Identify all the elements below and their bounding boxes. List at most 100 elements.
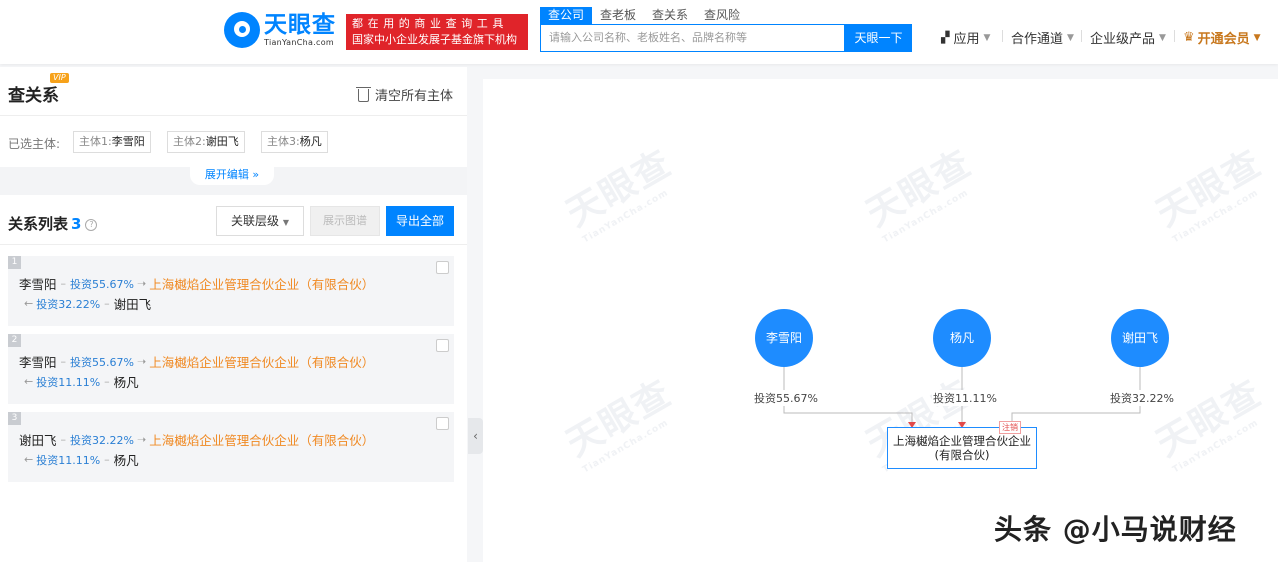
level-dropdown-label: 关联层级 bbox=[231, 214, 280, 228]
arrow-left-icon: ← bbox=[24, 375, 34, 388]
tab-company[interactable]: 查公司 bbox=[540, 7, 593, 24]
nav-divider bbox=[1002, 30, 1003, 42]
search-area: 查公司 查老板 查关系 查风险 请输入公司名称、老板姓名、品牌名称等 天眼一下 bbox=[540, 6, 912, 52]
tab-relation[interactable]: 查关系 bbox=[644, 7, 696, 24]
chip-name: 李雪阳 bbox=[111, 135, 145, 148]
logo-domain: TianYanCha.com bbox=[264, 38, 334, 47]
top-header: 天眼查 TianYanCha.com 都在用的商业查询工具 国家中小企业发展子基… bbox=[0, 0, 1278, 64]
relation-checkbox[interactable] bbox=[436, 261, 449, 274]
company-name[interactable]: 上海樾焰企业管理合伙企业（有限合伙） bbox=[149, 352, 374, 371]
relation-item[interactable]: 2 李雪阳 – 投资55.67% ➝ 上海樾焰企业管理合伙企业（有限合伙） ← … bbox=[8, 334, 454, 404]
person-name[interactable]: 谢田飞 bbox=[114, 294, 152, 313]
relation-panel: 查关系 VIP 清空所有主体 已选主体: 主体1:李雪阳 主体2:谢田飞 主体3… bbox=[0, 67, 467, 562]
clear-all-button[interactable]: 清空所有主体 bbox=[356, 85, 454, 104]
dash-icon: – bbox=[104, 453, 110, 466]
nav-partner-label: 合作通道 bbox=[1011, 32, 1064, 47]
page-title: 查关系 bbox=[8, 86, 59, 106]
logo-title: 天眼查 bbox=[264, 12, 336, 38]
slogan-banner: 都在用的商业查询工具 国家中小企业发展子基金旗下机构 bbox=[346, 14, 528, 50]
help-icon[interactable]: ? bbox=[85, 218, 98, 231]
nav-divider bbox=[1174, 30, 1175, 42]
tab-boss[interactable]: 查老板 bbox=[592, 7, 644, 24]
nav-membership-label: 开通会员 bbox=[1197, 32, 1250, 47]
relation-number: 1 bbox=[8, 256, 21, 269]
chip-name: 杨凡 bbox=[299, 135, 322, 148]
company-name[interactable]: 上海樾焰企业管理合伙企业（有限合伙） bbox=[149, 430, 374, 449]
relations-title-label: 关系列表 bbox=[8, 215, 69, 233]
company-name-line2: (有限合伙) bbox=[934, 448, 990, 462]
relations-title: 关系列表 3? bbox=[8, 213, 98, 234]
dash-icon: – bbox=[60, 277, 67, 290]
person-name[interactable]: 杨凡 bbox=[114, 450, 139, 469]
clear-all-label: 清空所有主体 bbox=[375, 89, 454, 104]
graph-node-person[interactable]: 李雪阳 bbox=[755, 309, 813, 367]
relation-checkbox[interactable] bbox=[436, 417, 449, 430]
invest-percent: 投资55.67% bbox=[70, 277, 134, 291]
invest-percent: 投资11.11% bbox=[36, 375, 101, 389]
caret-down-icon: ▼ bbox=[1253, 32, 1261, 43]
relation-item[interactable]: 3 谢田飞 – 投资32.22% ➝ 上海樾焰企业管理合伙企业（有限合伙） ← … bbox=[8, 412, 454, 482]
trash-icon bbox=[356, 87, 371, 102]
grid-icon: ▞ bbox=[941, 31, 950, 44]
nav-divider bbox=[1081, 30, 1082, 42]
person-name[interactable]: 谢田飞 bbox=[19, 430, 57, 449]
show-graph-button[interactable]: 展示图谱 bbox=[310, 206, 380, 236]
nav-apps-label: 应用 bbox=[953, 32, 980, 47]
search-button[interactable]: 天眼一下 bbox=[845, 24, 912, 52]
search-input[interactable]: 请输入公司名称、老板姓名、品牌名称等 bbox=[540, 24, 845, 52]
nav-membership[interactable]: ♛ 开通会员 ▼ bbox=[1183, 28, 1261, 47]
level-dropdown[interactable]: 关联层级 ▼ bbox=[216, 206, 304, 236]
dash-icon: – bbox=[104, 297, 110, 310]
invest-percent: 投资32.22% bbox=[70, 433, 134, 447]
relation-graph[interactable]: 天眼查 TianYanCha.com 天眼查 TianYanCha.com 天眼查 T… bbox=[483, 79, 1278, 562]
relation-number: 3 bbox=[8, 412, 21, 425]
graph-node-person[interactable]: 谢田飞 bbox=[1111, 309, 1169, 367]
arrow-right-icon: ➝ bbox=[136, 355, 147, 368]
collapse-panel-button[interactable]: ‹ bbox=[468, 418, 483, 454]
chip-name: 谢田飞 bbox=[205, 135, 239, 148]
status-badge: 注销 bbox=[999, 421, 1021, 434]
chip-prefix: 主体3: bbox=[267, 135, 300, 148]
arrow-right-icon: ➝ bbox=[136, 277, 147, 290]
edge-label: 投资32.22% bbox=[1109, 390, 1175, 406]
entity-chip-1[interactable]: 主体1:李雪阳 bbox=[73, 131, 151, 153]
caret-down-icon: ▼ bbox=[1159, 32, 1166, 43]
dash-icon: – bbox=[60, 355, 67, 368]
relation-item[interactable]: 1 李雪阳 – 投资55.67% ➝ 上海樾焰企业管理合伙企业（有限合伙） ← … bbox=[8, 256, 454, 326]
invest-percent: 投资55.67% bbox=[70, 355, 134, 369]
edge-label: 投资55.67% bbox=[753, 390, 819, 406]
site-logo[interactable]: 天眼查 TianYanCha.com bbox=[224, 12, 336, 48]
person-name[interactable]: 杨凡 bbox=[114, 372, 139, 391]
nav-enterprise-label: 企业级产品 bbox=[1090, 32, 1156, 47]
selected-label: 已选主体: bbox=[8, 137, 61, 151]
divider bbox=[0, 115, 467, 116]
nav-enterprise[interactable]: 企业级产品 ▼ bbox=[1090, 28, 1166, 47]
nav-apps[interactable]: ▞ 应用 ▼ bbox=[941, 28, 990, 47]
invest-percent: 投资32.22% bbox=[36, 297, 101, 311]
arrow-left-icon: ← bbox=[24, 453, 34, 466]
arrow-left-icon: ← bbox=[24, 297, 34, 310]
dash-icon: – bbox=[60, 433, 67, 446]
relation-number: 2 bbox=[8, 334, 21, 347]
graph-node-person[interactable]: 杨凡 bbox=[933, 309, 991, 367]
vip-badge: VIP bbox=[50, 73, 69, 83]
tab-risk[interactable]: 查风险 bbox=[696, 7, 748, 24]
dash-icon: – bbox=[104, 375, 110, 388]
nav-partner[interactable]: 合作通道 ▼ bbox=[1011, 28, 1074, 47]
caret-down-icon: ▼ bbox=[983, 32, 991, 43]
caret-down-icon: ▼ bbox=[1067, 32, 1074, 43]
chevron-left-icon: ‹ bbox=[473, 429, 478, 443]
entity-chip-3[interactable]: 主体3:杨凡 bbox=[261, 131, 328, 153]
expand-edit-button[interactable]: 展开编辑 » bbox=[190, 167, 274, 185]
relation-checkbox[interactable] bbox=[436, 339, 449, 352]
caret-down-icon: ▼ bbox=[282, 218, 289, 227]
company-name-line1: 上海樾焰企业管理合伙企业 bbox=[893, 434, 1031, 448]
entity-chip-2[interactable]: 主体2:谢田飞 bbox=[167, 131, 245, 153]
logo-eye-icon bbox=[224, 12, 260, 48]
company-name[interactable]: 上海樾焰企业管理合伙企业（有限合伙） bbox=[149, 274, 374, 293]
person-name[interactable]: 李雪阳 bbox=[19, 274, 57, 293]
export-all-button[interactable]: 导出全部 bbox=[386, 206, 454, 236]
divider bbox=[0, 244, 467, 245]
person-name[interactable]: 李雪阳 bbox=[19, 352, 57, 371]
signature-watermark: 头条 @小马说财经 bbox=[994, 513, 1237, 546]
